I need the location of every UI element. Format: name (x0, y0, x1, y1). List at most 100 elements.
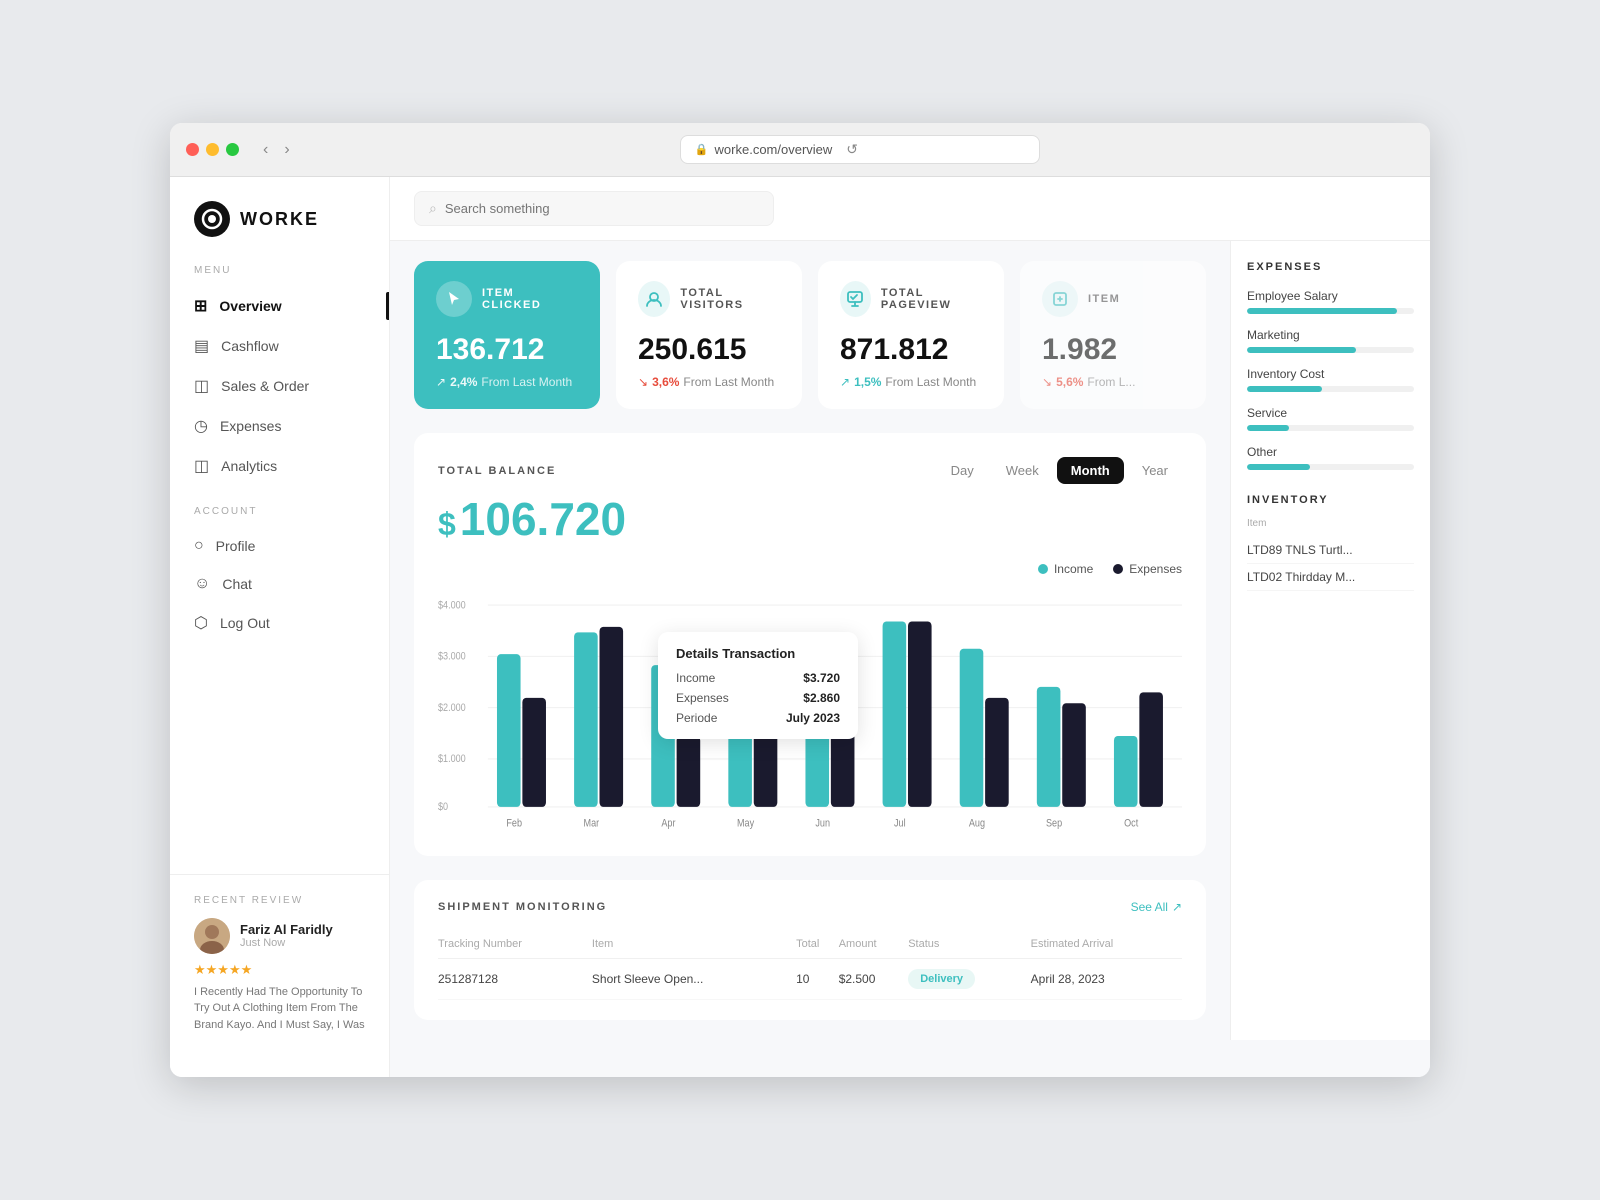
stat-card-item-clicked: ITEM CLICKED 136.712 ↗ 2,4% From Last Mo… (414, 261, 600, 409)
bar-jul-expenses[interactable] (908, 621, 932, 806)
bar-may-expenses[interactable] (754, 731, 778, 807)
sidebar-item-sales-order[interactable]: ◫ Sales & Order (170, 366, 389, 406)
bar-apr-expenses[interactable] (677, 736, 701, 807)
tooltip-income-value: $3.720 (803, 671, 840, 685)
y-label-4000: $4.000 (438, 600, 466, 612)
stat-card-header-3: ITEM (1042, 281, 1184, 317)
sidebar-item-overview-label: Overview (219, 298, 281, 314)
bar-feb-expenses[interactable] (522, 698, 546, 807)
sidebar-item-logout[interactable]: ⬡ Log Out (170, 603, 389, 643)
main-content: ⌕ (390, 177, 1430, 1077)
bar-mar-expenses[interactable] (600, 627, 624, 807)
stat-value-1: 250.615 (638, 333, 780, 367)
inventory-title: INVENTORY (1247, 494, 1414, 506)
stat-change-3: ↘ 5,6% From L... (1042, 375, 1184, 389)
search-box[interactable]: ⌕ (414, 191, 774, 226)
sidebar-item-overview[interactable]: ⊞ Overview (170, 286, 389, 326)
address-bar: 🔒 worke.com/overview ↺ (306, 135, 1414, 164)
reviewer: Fariz Al Faridly Just Now (194, 918, 365, 954)
search-input[interactable] (445, 201, 759, 216)
sidebar-item-profile[interactable]: ○ Profile (170, 527, 389, 565)
legend-income: Income (1038, 562, 1093, 576)
expense-item-3: Service (1247, 406, 1414, 431)
x-label-oct: Oct (1124, 818, 1138, 830)
sidebar-item-analytics-label: Analytics (221, 458, 277, 474)
cell-arrival: April 28, 2023 (1031, 959, 1182, 1000)
legend-income-label: Income (1054, 562, 1093, 576)
close-button[interactable] (186, 143, 199, 156)
col-total: Total (796, 930, 839, 959)
review-text: I Recently Had The Opportunity To Try Ou… (194, 984, 365, 1034)
recent-review-title: RECENT REVIEW (194, 895, 365, 906)
balance-card: TOTAL BALANCE Day Week Month Year $106.7… (414, 433, 1206, 856)
col-arrival: Estimated Arrival (1031, 930, 1182, 959)
bar-sep-income[interactable] (1037, 687, 1061, 807)
tooltip-period-value: July 2023 (786, 711, 840, 725)
expense-bar-bg-3 (1247, 425, 1414, 431)
back-button[interactable]: ‹ (259, 139, 272, 161)
see-all-button[interactable]: See All ↗ (1131, 900, 1182, 914)
tooltip-income-row: Income $3.720 (676, 671, 840, 685)
forward-button[interactable]: › (280, 139, 293, 161)
expense-item-2: Inventory Cost (1247, 367, 1414, 392)
period-tab-week[interactable]: Week (992, 457, 1053, 484)
change-arrow-up-2: ↗ (840, 375, 850, 389)
expense-bar-3 (1247, 425, 1289, 431)
change-pct-0: 2,4% (450, 375, 477, 389)
sidebar-item-analytics[interactable]: ◫ Analytics (170, 446, 389, 486)
table-row[interactable]: 251287128 Short Sleeve Open... 10 $2.500… (438, 959, 1182, 1000)
chat-icon: ☺ (194, 575, 210, 593)
stat-label-2: TOTAL PAGEVIEW (881, 287, 982, 311)
change-arrow-down-3: ↘ (1042, 375, 1052, 389)
expense-bar-2 (1247, 386, 1322, 392)
stat-value-2: 871.812 (840, 333, 982, 367)
change-pct-2: 1,5% (854, 375, 881, 389)
bar-oct-expenses[interactable] (1139, 692, 1163, 807)
period-tab-month[interactable]: Month (1057, 457, 1124, 484)
stat-change-2: ↗ 1,5% From Last Month (840, 375, 982, 389)
arrow-right-icon: ↗ (1172, 900, 1182, 914)
traffic-lights (186, 143, 239, 156)
stat-card-header-2: TOTAL PAGEVIEW (840, 281, 982, 317)
sidebar-item-expenses[interactable]: ◷ Expenses (170, 406, 389, 446)
url-text: worke.com/overview (715, 142, 833, 157)
change-pct-1: 3,6% (652, 375, 679, 389)
bar-sep-expenses[interactable] (1062, 703, 1086, 807)
period-tab-day[interactable]: Day (937, 457, 988, 484)
bar-feb-income[interactable] (497, 654, 521, 807)
change-arrow-down-1: ↘ (638, 375, 648, 389)
bar-oct-income[interactable] (1114, 736, 1138, 807)
inventory-item-1[interactable]: LTD02 Thirdday M... (1247, 564, 1414, 591)
url-bar[interactable]: 🔒 worke.com/overview ↺ (680, 135, 1040, 164)
stat-label-0: ITEM CLICKED (482, 287, 578, 311)
cell-total: 10 (796, 959, 839, 1000)
x-label-may: May (737, 818, 754, 830)
tooltip-title: Details Transaction (676, 646, 840, 661)
topbar: ⌕ (390, 177, 1430, 241)
bar-aug-expenses[interactable] (985, 698, 1009, 807)
bar-jul-income[interactable] (883, 621, 907, 806)
tooltip-card: Details Transaction Income $3.720 Expens… (658, 632, 858, 739)
right-panel: EXPENSES Employee Salary Marketing (1230, 241, 1430, 1040)
logout-icon: ⬡ (194, 613, 208, 633)
shipment-header: SHIPMENT MONITORING See All ↗ (438, 900, 1182, 914)
maximize-button[interactable] (226, 143, 239, 156)
period-tab-year[interactable]: Year (1128, 457, 1182, 484)
lock-icon: 🔒 (695, 143, 709, 156)
x-label-aug: Aug (969, 818, 985, 830)
stat-card-total-visitors: TOTAL VISITORS 250.615 ↘ 3,6% From Last … (616, 261, 802, 409)
inventory-item-0[interactable]: LTD89 TNLS Turtl... (1247, 537, 1414, 564)
logo-text: WORKE (240, 209, 319, 230)
bar-aug-income[interactable] (960, 649, 984, 807)
sidebar-item-cashflow[interactable]: ▤ Cashflow (170, 326, 389, 366)
reviewer-stars: ★★★★★ (194, 962, 365, 978)
status-badge: Delivery (908, 969, 975, 989)
expense-bar-bg-1 (1247, 347, 1414, 353)
expenses-panel-title: EXPENSES (1247, 261, 1414, 273)
stat-card-header-1: TOTAL VISITORS (638, 281, 780, 317)
sidebar-item-chat[interactable]: ☺ Chat (170, 565, 389, 603)
reload-button[interactable]: ↺ (846, 141, 858, 158)
bar-mar-income[interactable] (574, 632, 598, 807)
expense-item-0: Employee Salary (1247, 289, 1414, 314)
minimize-button[interactable] (206, 143, 219, 156)
